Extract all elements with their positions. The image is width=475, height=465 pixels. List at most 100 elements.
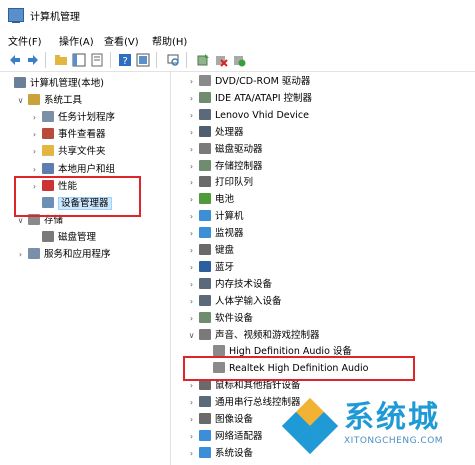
expand-chevron-icon[interactable]: › — [187, 141, 196, 158]
computer-icon — [199, 210, 211, 222]
menu-bar: 文件(F) 操作(A) 查看(V) 帮助(H) — [0, 30, 475, 49]
tree-node[interactable]: › 服务和应用程序 — [16, 246, 111, 263]
expand-chevron-icon[interactable]: › — [187, 293, 196, 310]
device-category[interactable]: › 图像设备 — [187, 411, 253, 428]
navigation-tree: 计算机管理(本地) ∨ 系统工具 › 任务计划程序 › 事件查看器 › 共享文件夹 › 本地用户和组… — [0, 72, 171, 465]
expand-chevron-icon[interactable]: › — [187, 208, 196, 225]
device-category[interactable]: › 蓝牙 — [187, 259, 234, 276]
enable-device-icon[interactable] — [232, 53, 246, 67]
menu-view[interactable]: 查看(V) — [104, 33, 139, 48]
expand-chevron-icon[interactable]: › — [187, 191, 196, 208]
expand-chevron-icon[interactable]: › — [16, 246, 25, 263]
uninstall-device-icon[interactable] — [214, 53, 228, 67]
device-category[interactable]: › 电池 — [187, 191, 234, 208]
device-category[interactable]: › 计算机 — [187, 208, 244, 225]
device-category[interactable]: › 网络适配器 — [187, 428, 263, 445]
device-category[interactable]: › 打印队列 — [187, 174, 253, 191]
device-category[interactable]: › 系统设备 — [187, 445, 253, 462]
properties-icon[interactable] — [90, 53, 104, 67]
toolbar-separator — [186, 52, 187, 68]
expand-chevron-icon[interactable]: › — [187, 310, 196, 327]
node-label: 共享文件夹 — [58, 146, 106, 158]
up-folder-icon[interactable] — [54, 53, 68, 67]
expand-chevron-icon[interactable]: › — [187, 276, 196, 293]
expand-chevron-icon[interactable]: › — [187, 428, 196, 445]
hid-icon — [199, 108, 211, 120]
node-label: 任务计划程序 — [58, 112, 116, 124]
back-icon[interactable] — [8, 53, 22, 67]
expand-chevron-icon[interactable]: › — [187, 73, 196, 90]
tree-node[interactable]: › 事件查看器 — [30, 126, 106, 143]
hid-input-icon — [199, 294, 211, 306]
device-category[interactable]: › 存储控制器 — [187, 158, 263, 175]
expand-chevron-icon[interactable]: › — [187, 259, 196, 276]
expand-chevron-icon[interactable]: › — [187, 225, 196, 242]
node-label: 打印队列 — [215, 177, 254, 189]
scan-hardware-icon[interactable] — [166, 53, 180, 67]
expand-chevron-icon[interactable]: › — [187, 158, 196, 175]
menu-help[interactable]: 帮助(H) — [152, 33, 187, 48]
device-category[interactable]: › IDE ATA/ATAPI 控制器 — [187, 90, 312, 107]
shared-folder-icon — [42, 145, 54, 157]
node-label: 计算机 — [215, 211, 244, 223]
device-category[interactable]: ∨ 声音、视频和游戏控制器 — [187, 327, 320, 344]
expand-chevron-icon[interactable]: › — [187, 242, 196, 259]
toolbar-separator — [156, 52, 157, 68]
forward-icon[interactable] — [26, 53, 40, 67]
node-label: 蓝牙 — [215, 261, 235, 273]
tree-node[interactable]: › 本地用户和组 — [30, 161, 115, 178]
network-icon — [199, 429, 211, 441]
node-label: 监视器 — [215, 228, 244, 240]
tree-node[interactable]: › 共享文件夹 — [30, 143, 106, 160]
update-driver-icon[interactable] — [196, 53, 210, 67]
event-viewer-icon — [42, 128, 54, 140]
collapse-chevron-icon[interactable]: ∨ — [16, 92, 25, 109]
tree-node[interactable]: ∨ 系统工具 — [16, 92, 82, 109]
window-title: 计算机管理 — [30, 12, 80, 23]
expand-chevron-icon[interactable]: › — [30, 161, 39, 178]
device-category[interactable]: › 软件设备 — [187, 310, 253, 327]
expand-chevron-icon[interactable]: › — [187, 174, 196, 191]
expand-chevron-icon[interactable]: › — [187, 445, 196, 462]
node-label: Lenovo Vhid Device — [215, 109, 309, 121]
collapse-chevron-icon[interactable]: ∨ — [187, 327, 196, 344]
device-category[interactable]: › Lenovo Vhid Device — [187, 107, 309, 124]
expand-chevron-icon[interactable]: › — [187, 124, 196, 141]
help-icon[interactable]: ? — [118, 53, 132, 67]
node-label: 本地用户和组 — [58, 163, 116, 175]
node-label: 系统设备 — [215, 447, 254, 459]
watermark-text: 系统城 — [344, 400, 440, 435]
console-tree-icon[interactable] — [136, 53, 150, 67]
expand-chevron-icon[interactable]: › — [30, 143, 39, 160]
menu-file[interactable]: 文件(F) — [8, 33, 42, 48]
node-label: 网络适配器 — [215, 430, 263, 442]
node-label: 电池 — [215, 194, 235, 206]
device-category[interactable]: › 内存技术设备 — [187, 276, 272, 293]
expand-chevron-icon[interactable]: › — [187, 90, 196, 107]
node-label: 服务和应用程序 — [44, 249, 111, 260]
tree-node[interactable]: 磁盘管理 — [30, 229, 96, 246]
node-label: 图像设备 — [215, 414, 254, 425]
device-category[interactable]: › 处理器 — [187, 124, 244, 141]
node-label: 磁盘驱动器 — [215, 143, 263, 155]
expand-chevron-icon[interactable]: › — [187, 394, 196, 411]
printer-icon — [199, 176, 211, 188]
toolbar-separator — [110, 52, 111, 68]
device-category[interactable]: › 人体学输入设备 — [187, 293, 282, 310]
expand-chevron-icon[interactable]: › — [187, 107, 196, 124]
tree-node[interactable]: › 任务计划程序 — [30, 109, 115, 126]
expand-chevron-icon[interactable]: › — [187, 411, 196, 428]
menu-action[interactable]: 操作(A) — [59, 33, 94, 48]
disk-drive-icon — [199, 142, 211, 154]
expand-chevron-icon[interactable]: › — [30, 109, 39, 126]
device-category[interactable]: › 监视器 — [187, 225, 244, 242]
expand-chevron-icon[interactable]: › — [30, 126, 39, 143]
show-hide-tree-icon[interactable] — [72, 53, 86, 67]
node-label: 人体学输入设备 — [215, 295, 282, 307]
device-category[interactable]: › 键盘 — [187, 242, 234, 259]
monitor-icon — [199, 227, 211, 239]
device-category[interactable]: › DVD/CD-ROM 驱动器 — [187, 73, 310, 90]
services-icon — [28, 248, 40, 259]
tree-node[interactable]: 计算机管理(本地) — [2, 75, 104, 92]
device-category[interactable]: › 磁盘驱动器 — [187, 141, 263, 158]
